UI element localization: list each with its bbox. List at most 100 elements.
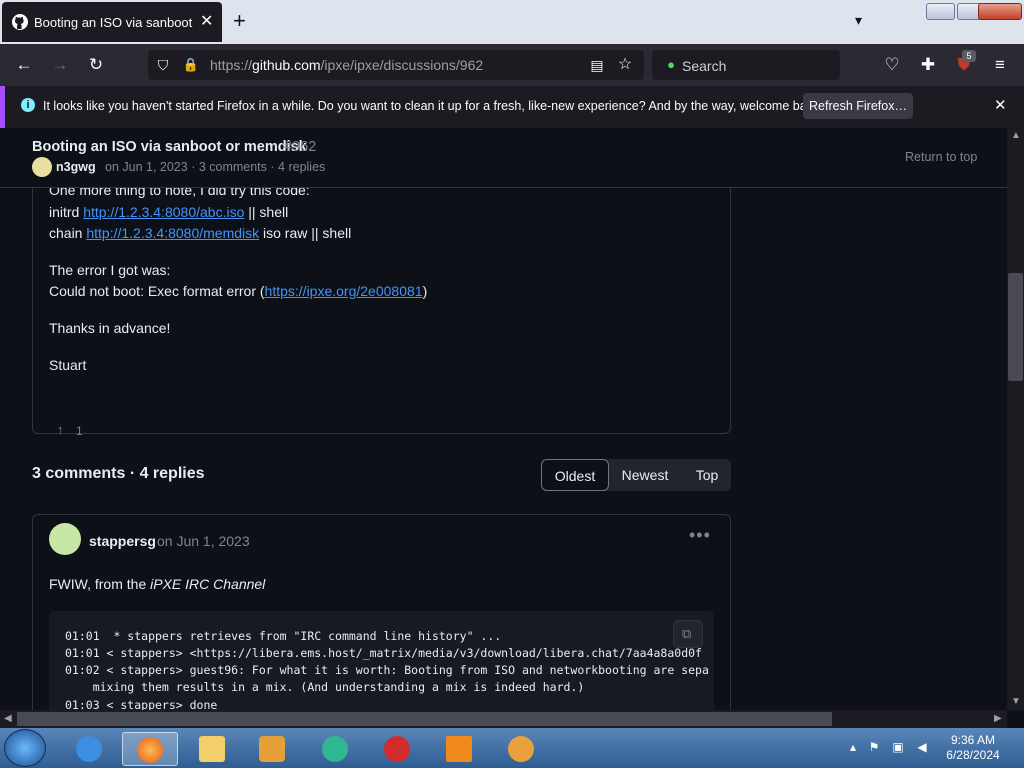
pocket-icon[interactable]: ♡ <box>881 54 903 76</box>
app2-icon <box>508 736 534 762</box>
comments-heading: 3 comments · 4 replies <box>32 465 205 482</box>
taskbar-opera[interactable] <box>370 732 426 766</box>
sort-segmented-control: Oldest Newest Top <box>541 459 731 491</box>
copy-button[interactable]: ⧉ <box>673 620 703 648</box>
code-line: 01:02 < stappers> guest96: For what it i… <box>65 663 709 677</box>
comment-date[interactable]: on Jun 1, 2023 <box>157 533 250 549</box>
url-text[interactable]: https://github.com/ipxe/ipxe/discussions… <box>210 57 483 73</box>
page-content: Booting an ISO via sanboot or memdisk #9… <box>0 128 1007 710</box>
reader-view-icon[interactable]: ▤ <box>586 54 608 76</box>
close-window-button[interactable] <box>978 3 1022 20</box>
firefox-icon <box>137 737 163 763</box>
tray-volume-icon[interactable]: ◀ <box>914 740 930 756</box>
code-block: 01:01 * stappers retrieves from "IRC com… <box>49 611 714 710</box>
notification-bar: i It looks like you haven't started Fire… <box>0 86 1024 128</box>
scroll-down-icon[interactable]: ▼ <box>1011 696 1021 707</box>
minimize-button[interactable] <box>926 3 955 20</box>
tray-expand-icon[interactable]: ▴ <box>845 740 861 756</box>
original-post: One more thing to note, I did try this c… <box>32 158 731 438</box>
arrow-up-icon: ↑ <box>57 422 64 437</box>
extensions-icon[interactable]: ✚ <box>917 54 939 76</box>
avatar[interactable] <box>49 523 81 555</box>
upvote-count: 1 <box>76 424 83 438</box>
app-icon <box>322 736 348 762</box>
clock-time: 9:36 AM <box>950 733 996 747</box>
opera-icon <box>384 736 410 762</box>
comment: stappersg on Jun 1, 2023 ••• FWIW, from … <box>32 514 731 710</box>
post-line: chain http://1.2.3.4:8080/memdisk iso ra… <box>49 225 352 241</box>
comment-author-link[interactable]: stappersg <box>89 533 156 549</box>
vlc-icon <box>446 736 472 762</box>
search-engine-icon: ● <box>667 57 675 72</box>
navigation-bar: ← → ↻ ⛉ 🔒 https://github.com/ipxe/ipxe/d… <box>0 44 1024 86</box>
internet-explorer-icon <box>76 736 102 762</box>
clock[interactable]: 9:36 AM 6/28/2024 <box>945 733 1001 763</box>
menu-hamburger-icon[interactable]: ≡ <box>989 54 1011 76</box>
search-bar[interactable]: ● Search <box>652 50 840 80</box>
bookmark-star-icon[interactable]: ☆ <box>614 54 636 76</box>
error-link[interactable]: https://ipxe.org/2e008081 <box>265 283 423 299</box>
tab-active[interactable]: Booting an ISO via sanboot or memdisk ✕ <box>2 2 222 42</box>
vertical-scroll-thumb[interactable] <box>1008 273 1023 381</box>
media-player-icon <box>259 736 285 762</box>
discussion-meta: on Jun 1, 2023 · 3 comments · 4 replies <box>105 160 326 174</box>
code-line: 01:01 * stappers retrieves from "IRC com… <box>65 629 502 643</box>
scroll-left-icon[interactable]: ◀ <box>4 713 12 724</box>
memdisk-link[interactable]: http://1.2.3.4:8080/memdisk <box>86 225 259 241</box>
scroll-up-icon[interactable]: ▲ <box>1011 130 1021 141</box>
github-icon <box>12 14 28 30</box>
shield-icon[interactable]: ⛉ <box>152 54 174 76</box>
more-options-icon[interactable]: ••• <box>689 525 711 546</box>
comment-text: FWIW, from the iPXE IRC Channel <box>49 576 266 592</box>
address-bar[interactable]: ⛉ 🔒 https://github.com/ipxe/ipxe/discuss… <box>148 50 644 80</box>
tab-title: Booting an ISO via sanboot or memdisk <box>34 15 194 30</box>
taskbar-media-player[interactable] <box>245 732 301 766</box>
copy-icon: ⧉ <box>682 626 692 641</box>
new-tab-icon[interactable]: + <box>233 8 246 34</box>
upvote-button[interactable]: ↑ 1 <box>49 415 91 443</box>
sort-oldest-button[interactable]: Oldest <box>541 459 609 491</box>
discussion-title: Booting an ISO via sanboot or memdisk <box>32 139 307 155</box>
discussion-number: #962 <box>284 139 317 155</box>
post-line: Thanks in advance! <box>49 320 171 336</box>
tab-close-icon[interactable]: ✕ <box>200 11 213 31</box>
tray-flag-icon[interactable]: ⚑ <box>866 740 882 756</box>
taskbar-vlc[interactable] <box>432 732 488 766</box>
iso-link[interactable]: http://1.2.3.4:8080/abc.iso <box>83 204 244 220</box>
tray-network-icon[interactable]: ▣ <box>890 740 906 756</box>
taskbar-app2[interactable] <box>494 732 550 766</box>
horizontal-scroll-thumb[interactable] <box>17 712 832 726</box>
start-button[interactable] <box>4 729 46 767</box>
vertical-scrollbar[interactable]: ▲ ▼ <box>1007 128 1024 710</box>
post-line: The error I got was: <box>49 262 171 278</box>
reload-icon[interactable]: ↻ <box>85 54 107 76</box>
forward-arrow-icon[interactable]: → <box>49 54 71 76</box>
post-signature: Stuart <box>49 357 87 373</box>
scroll-right-icon[interactable]: ▶ <box>994 713 1002 724</box>
code-line: 01:03 < stappers> done <box>65 698 218 710</box>
sort-newest-button[interactable]: Newest <box>613 459 677 491</box>
tab-list-chevron-icon[interactable]: ▾ <box>855 12 862 29</box>
clock-date: 6/28/2024 <box>946 748 1000 762</box>
folder-icon <box>199 736 225 762</box>
avatar[interactable] <box>32 157 52 177</box>
back-arrow-icon[interactable]: ← <box>13 54 35 76</box>
sort-top-button[interactable]: Top <box>683 459 731 491</box>
notification-message: It looks like you haven't started Firefo… <box>43 99 823 113</box>
taskbar-ie[interactable] <box>62 732 118 766</box>
post-line: initrd http://1.2.3.4:8080/abc.iso || sh… <box>49 204 289 220</box>
code-line: mixing them results in a mix. (And under… <box>65 680 585 694</box>
ublock-badge: 5 <box>962 50 976 62</box>
sticky-header: Booting an ISO via sanboot or memdisk #9… <box>0 128 1007 188</box>
refresh-firefox-button[interactable]: Refresh Firefox… <box>803 93 913 119</box>
info-icon: i <box>21 98 35 112</box>
close-notification-icon[interactable]: ✕ <box>994 96 1007 114</box>
taskbar-app[interactable] <box>308 732 364 766</box>
title-bar: Booting an ISO via sanboot or memdisk ✕ … <box>0 0 1024 44</box>
search-placeholder: Search <box>682 58 727 74</box>
author-link[interactable]: n3gwg <box>56 160 96 174</box>
taskbar-explorer[interactable] <box>185 732 241 766</box>
taskbar-firefox[interactable] <box>122 732 178 766</box>
lock-icon[interactable]: 🔒 <box>180 54 202 76</box>
return-to-top-link[interactable]: Return to top <box>905 150 977 164</box>
